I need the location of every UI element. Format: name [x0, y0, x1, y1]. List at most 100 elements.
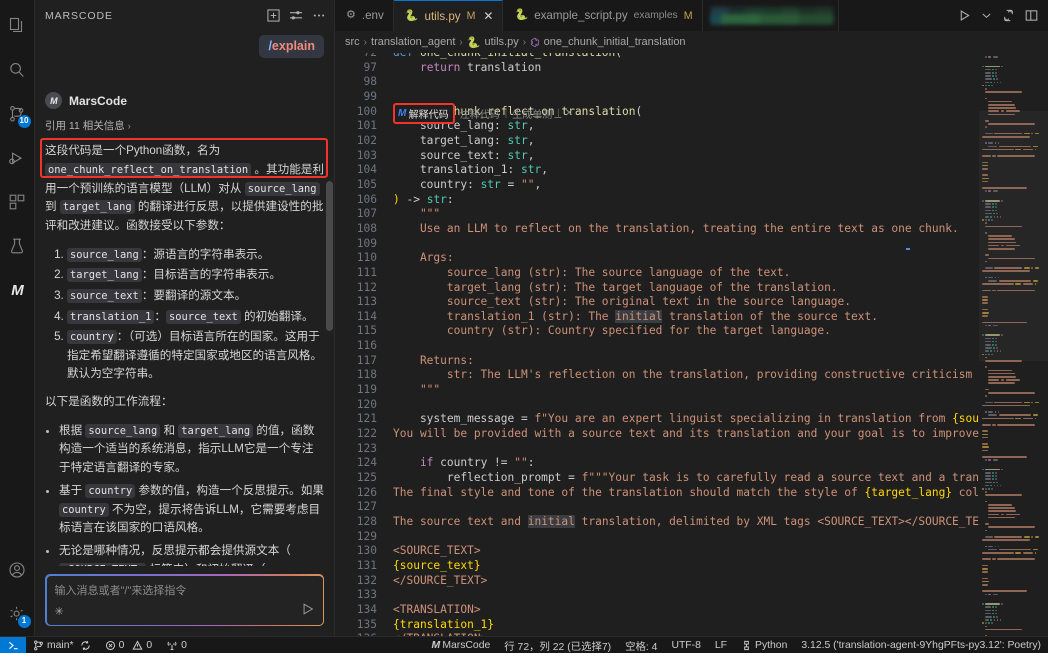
minimap-line [1001, 468, 1003, 471]
minimap-line [988, 526, 1036, 528]
status-encoding[interactable]: UTF-8 [664, 637, 707, 653]
tab-example-script-py[interactable]: 🐍 example_script.py examples M [503, 0, 703, 31]
status-interpreter[interactable]: 3.12.5 ('translation-agent-9YhgPFts-py3.… [794, 637, 1048, 653]
minimap-line [988, 241, 1016, 244]
param-code: translation_1 [67, 309, 155, 324]
accounts-button[interactable] [0, 548, 35, 592]
sparkle-icon[interactable]: ✳ [55, 605, 64, 618]
run-python-file-button[interactable] [958, 9, 971, 22]
send-icon[interactable] [301, 602, 315, 621]
status-cursor-position[interactable]: 行 72，列 22 (已选择7) [497, 637, 618, 653]
breadcrumb-item-symbol[interactable]: ⌬ one_chunk_initial_translation [530, 36, 686, 49]
remote-window-button[interactable] [0, 636, 26, 653]
split-editor-button[interactable] [1002, 9, 1015, 22]
minimap-line [985, 209, 991, 212]
status-branch[interactable]: main* [26, 637, 98, 653]
chat-input-inner[interactable]: 输入消息或者"/"来选择指令 ✳ [46, 575, 323, 625]
encoding-label: UTF-8 [671, 639, 701, 651]
minimap-line [997, 289, 1035, 292]
marscode-chat-panel: MARSCODE /explain M MarsCode 引用 11 相关信息 … [35, 0, 335, 636]
status-indentation[interactable]: 空格: 4 [618, 637, 664, 653]
sidebar-item-testing[interactable] [0, 224, 35, 268]
minimap-line [1023, 536, 1030, 538]
sidebar-item-run-and-debug[interactable] [0, 136, 35, 180]
status-marscode[interactable]: M MarsCode [424, 637, 497, 653]
breadcrumb-item-translation-agent[interactable]: translation_agent [371, 36, 455, 48]
tab-redacted[interactable] [702, 0, 839, 31]
status-language[interactable]: Python [734, 637, 794, 653]
status-eol[interactable]: LF [708, 637, 734, 653]
tab-utils-py[interactable]: 🐍 utils.py M ✕ [393, 0, 504, 31]
indentation-label: 空格: 4 [625, 641, 658, 653]
sidebar-item-search[interactable] [0, 48, 35, 92]
minimap-line [995, 203, 997, 205]
list-item: 无论是哪种情况，反思提示都会提供源文本（ <SOURCE_TEXT> 标签内）和… [59, 542, 324, 566]
layout-panel-icon [1025, 10, 1038, 21]
minimap[interactable] [979, 53, 1048, 636]
new-chat-button[interactable] [267, 9, 280, 22]
status-ports[interactable]: 0 [159, 637, 194, 653]
close-icon[interactable]: ✕ [483, 9, 493, 23]
overview-ruler[interactable] [906, 53, 910, 636]
minimap-line [998, 548, 1032, 551]
minimap-line [995, 612, 997, 615]
files-icon [9, 17, 23, 33]
minimap-line [999, 619, 1002, 621]
minimap-line [994, 411, 996, 413]
error-icon [105, 640, 115, 650]
code-scroll-region[interactable]: 72def one_chunk_initial_translation( 97 … [335, 53, 979, 636]
code-content[interactable]: 72def one_chunk_initial_translation( 97 … [335, 53, 979, 636]
send-arrow-icon [303, 602, 313, 615]
minimap-line [988, 123, 1036, 125]
codelens-comment-code[interactable]: 注释代码 [460, 106, 500, 121]
codelens-close-icon[interactable]: ✕ [565, 108, 573, 119]
minimap-line [991, 84, 993, 87]
codelens-explain-code[interactable]: M 解释代码 [393, 103, 455, 124]
scrollbar-thumb[interactable] [326, 181, 333, 331]
references-toggle[interactable]: 引用 11 相关信息 › [45, 118, 324, 133]
minimap-line [995, 472, 997, 474]
manage-settings-button[interactable]: 1 [0, 592, 35, 636]
tab-env[interactable]: ⚙ .env [335, 0, 394, 31]
sync-icon [80, 640, 90, 650]
minimap-line [985, 337, 991, 340]
ellipsis-icon [313, 14, 325, 17]
more-actions-button[interactable] [312, 9, 326, 22]
breadcrumb-item-src[interactable]: src [345, 36, 360, 48]
params-list: source_lang：源语言的字符串表示。 target_lang：目标语言的… [45, 246, 324, 384]
minimap-line [1022, 417, 1034, 420]
split-editor-icon [1004, 9, 1013, 22]
minimap-line [982, 174, 988, 176]
sidebar-item-marscode[interactable]: M [0, 268, 35, 312]
minimap-line [985, 203, 991, 205]
chat-settings-button[interactable] [289, 9, 303, 22]
codelens-generate-test[interactable]: 生成单测 [512, 106, 552, 121]
sidebar-item-source-control[interactable]: 10 [0, 92, 35, 136]
minimap-line [985, 388, 989, 391]
param-text: ：目标语言的字符串表示。 [141, 268, 281, 282]
wf-mid: 标签内）和初始翻译（ [146, 563, 266, 566]
minimap-line [988, 219, 990, 221]
sidebar-item-extensions[interactable] [0, 180, 35, 224]
minimap-line [993, 350, 996, 352]
chat-scroll-region[interactable]: /explain M MarsCode 引用 11 相关信息 › 这段代码是一个… [35, 31, 334, 566]
minimap-line [991, 219, 993, 221]
sidebar-item-explorer[interactable] [0, 4, 35, 48]
minimap-line [996, 484, 999, 487]
breadcrumb-item-utils-py[interactable]: 🐍 utils.py [467, 36, 519, 49]
minimap-line [997, 545, 1000, 548]
status-problems[interactable]: 0 0 [98, 637, 160, 653]
run-options-dropdown[interactable] [981, 10, 992, 21]
minimap-line [1001, 379, 1005, 381]
param-code: country [67, 330, 117, 345]
minimap-line [985, 126, 987, 128]
minimap-line [995, 206, 997, 208]
wf-code-2: target_lang [178, 423, 254, 438]
toggle-panel-button[interactable] [1025, 9, 1038, 22]
tab-modified-indicator: M [683, 9, 693, 22]
minimap-line [982, 299, 988, 301]
minimap-line [1033, 414, 1038, 416]
hp-code-2: source_lang [244, 181, 320, 196]
codelens-pipe: | [504, 108, 508, 119]
minimap-line [995, 606, 997, 608]
